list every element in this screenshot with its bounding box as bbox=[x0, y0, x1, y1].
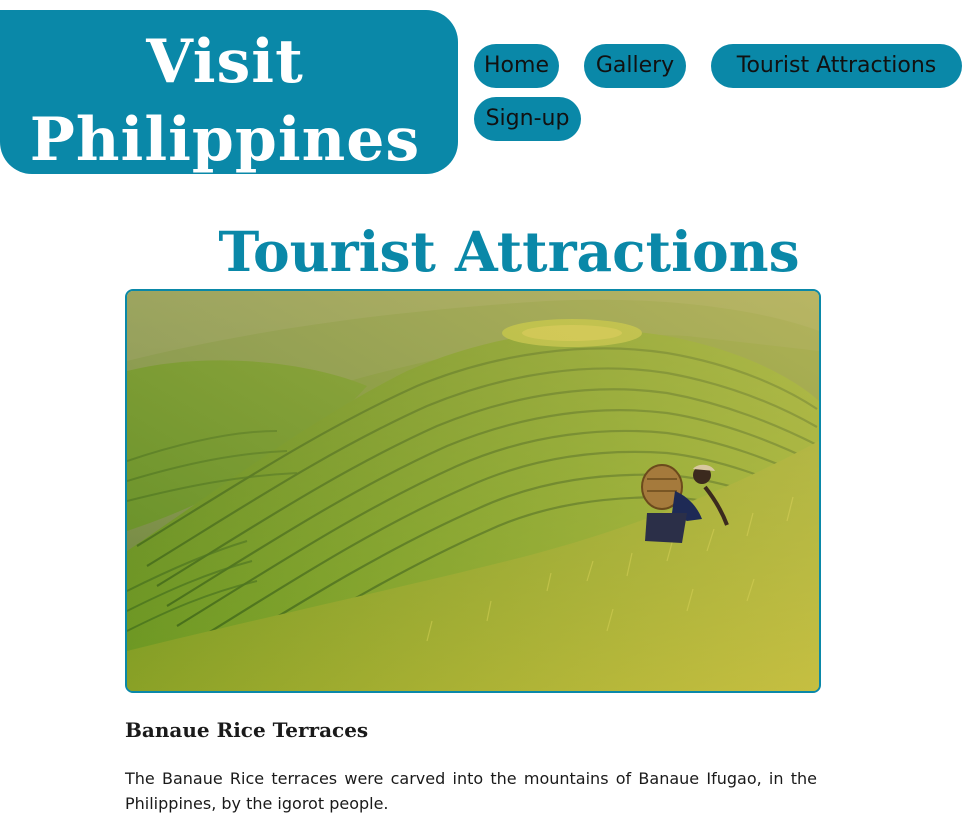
attraction-description: The Banaue Rice terraces were carved int… bbox=[125, 769, 817, 813]
nav-gallery-button[interactable]: Gallery bbox=[584, 44, 686, 88]
nav-tourist-attractions-button[interactable]: Tourist Attractions bbox=[711, 44, 962, 88]
attraction-title: Banaue Rice Terraces bbox=[125, 718, 369, 742]
page-title: Tourist Attractions bbox=[218, 219, 800, 284]
rice-terraces-illustration bbox=[127, 291, 819, 691]
logo-line-1: Visit bbox=[146, 27, 304, 97]
site-logo: Visit Philippines bbox=[0, 10, 458, 175]
nav-home-button[interactable]: Home bbox=[474, 44, 559, 88]
logo-line-2: Philippines bbox=[29, 105, 421, 175]
rice-terraces-photo bbox=[125, 289, 821, 693]
nav-signup-button[interactable]: Sign-up bbox=[474, 97, 581, 141]
